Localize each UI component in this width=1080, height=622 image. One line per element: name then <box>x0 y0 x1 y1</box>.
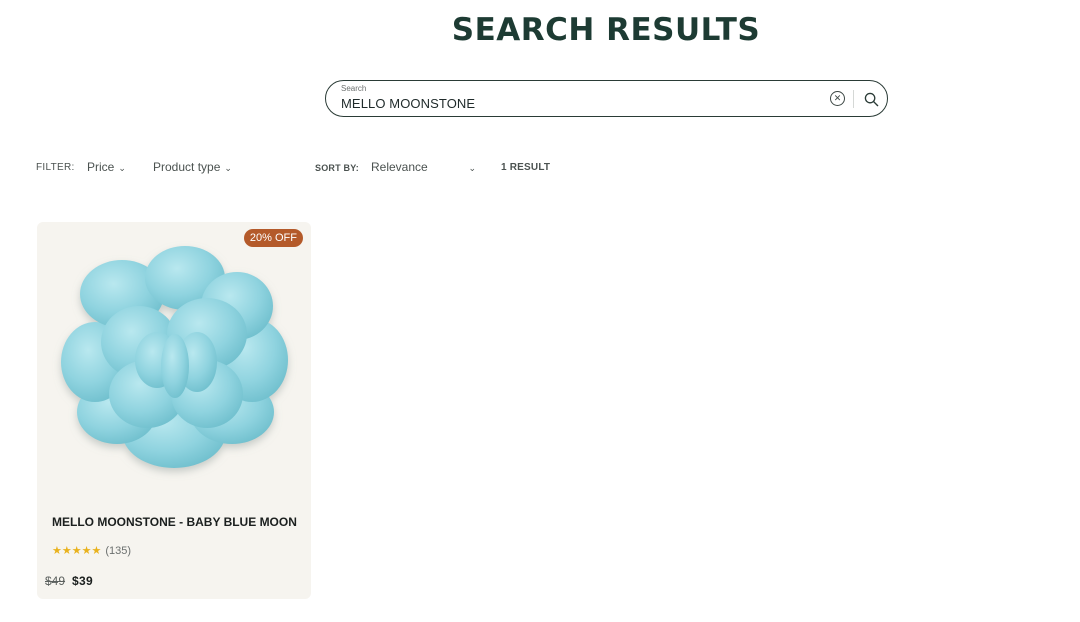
review-count: (135) <box>105 544 131 557</box>
product-image[interactable] <box>47 234 302 484</box>
result-count: 1 RESULT <box>501 162 551 173</box>
filter-label: FILTER: <box>36 162 75 173</box>
search-icon[interactable] <box>861 89 881 109</box>
filter-price[interactable]: Price ⌄ <box>87 160 126 174</box>
search-value[interactable]: MELLO MOONSTONE <box>341 96 475 111</box>
close-circle-icon[interactable]: ✕ <box>830 91 845 106</box>
price-sale: $39 <box>72 574 93 588</box>
price-original: $49 <box>45 574 66 588</box>
page-title: SEARCH RESULTS <box>451 12 761 48</box>
chevron-down-icon: ⌄ <box>468 162 476 173</box>
sort-select[interactable]: Relevance ⌄ <box>371 160 476 174</box>
chevron-down-icon: ⌄ <box>224 162 232 173</box>
filter-product-type[interactable]: Product type ⌄ <box>153 160 232 174</box>
sort-selected: Relevance <box>371 160 428 174</box>
product-title[interactable]: MELLO MOONSTONE - BABY BLUE MOON <box>52 516 297 529</box>
filter-price-label: Price <box>87 160 115 174</box>
search-label: Search <box>341 84 367 93</box>
price-row: $49 $39 <box>45 574 93 588</box>
star-rating-icon: ★★★★★ <box>52 545 102 557</box>
discount-badge: 20% OFF <box>243 229 303 247</box>
search-input[interactable]: Search MELLO MOONSTONE ✕ <box>325 80 888 117</box>
search-divider <box>853 90 854 108</box>
product-card[interactable]: 20% OFF MELLO MOONSTONE - BABY BLUE MOON… <box>37 222 311 599</box>
product-rating: ★★★★★ (135) <box>52 544 131 558</box>
chevron-down-icon: ⌄ <box>118 162 126 173</box>
sort-label: SORT BY: <box>315 163 359 173</box>
filter-product-type-label: Product type <box>153 160 221 174</box>
